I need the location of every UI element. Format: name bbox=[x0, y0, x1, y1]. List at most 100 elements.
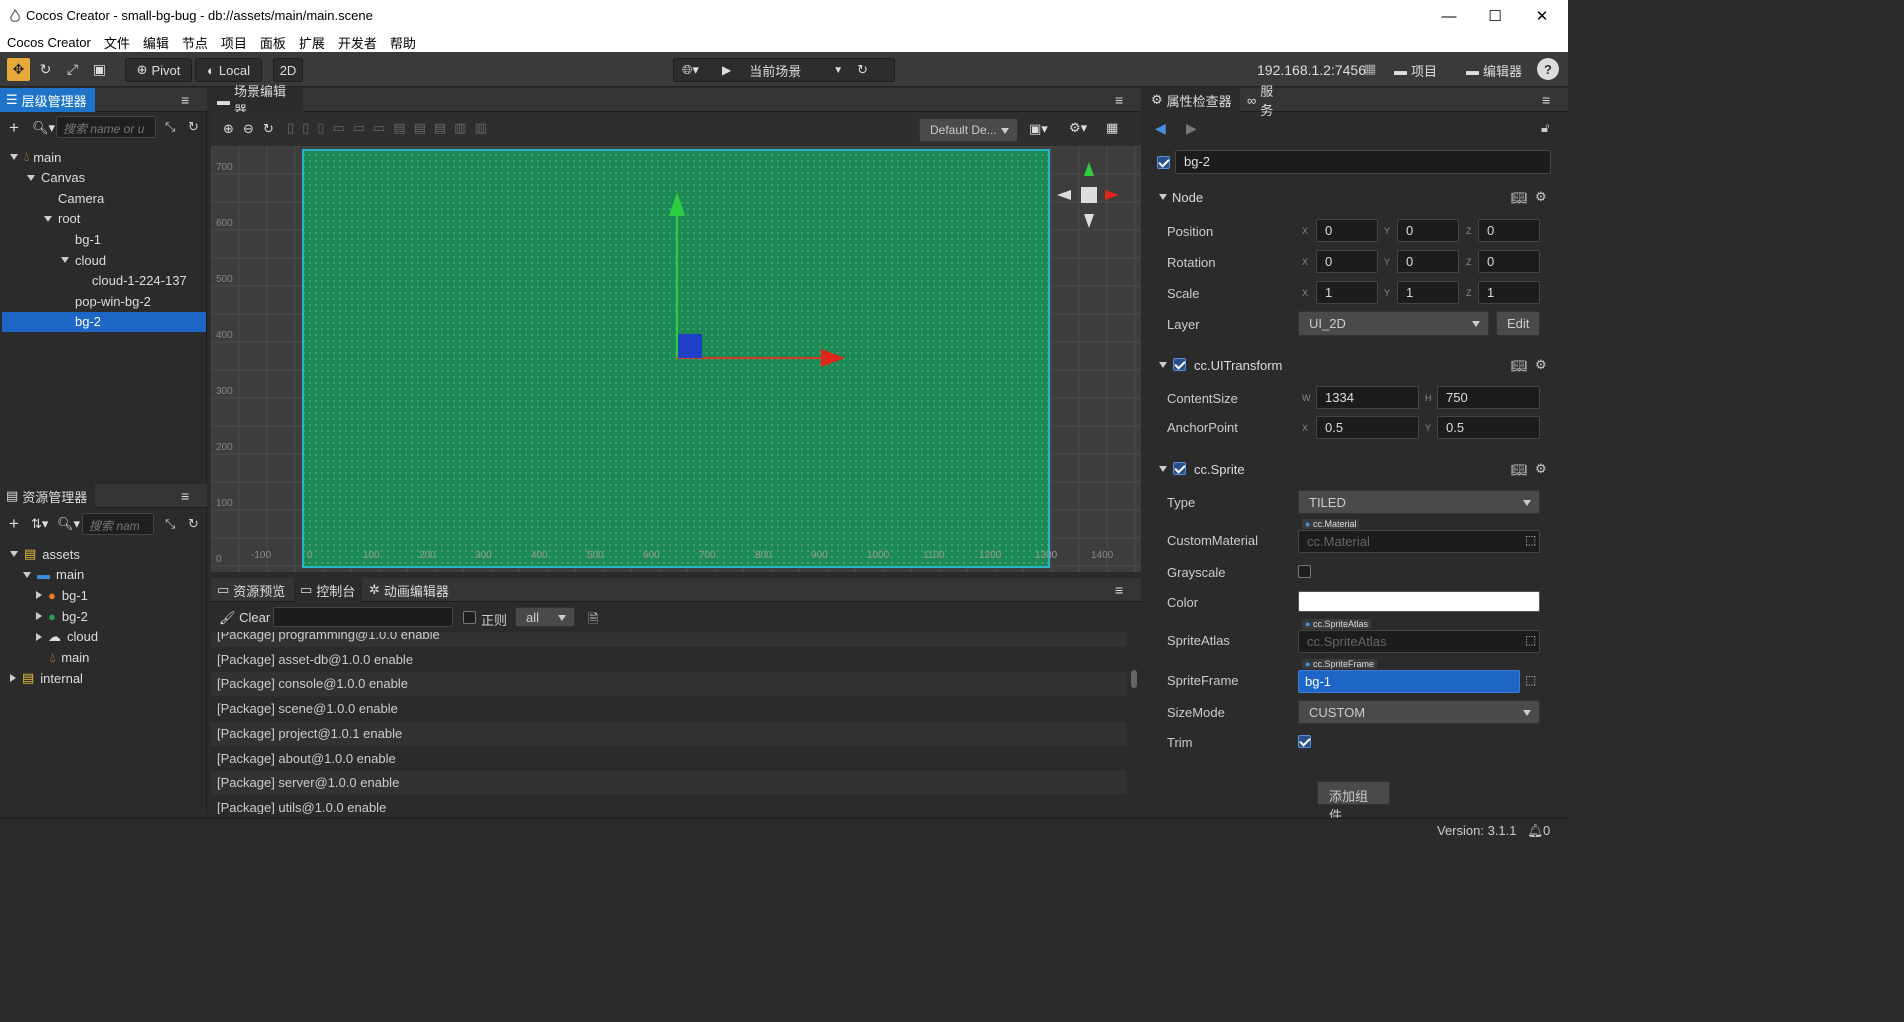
asset-search-type-icon[interactable]: 🔍︎▾ bbox=[57, 516, 80, 532]
menu-cocos-creator[interactable]: Cocos Creator bbox=[7, 35, 91, 50]
console-filter-input[interactable] bbox=[273, 607, 453, 627]
uitransform-arrow-icon[interactable] bbox=[1159, 362, 1167, 368]
content-width-input[interactable]: 1334 bbox=[1316, 386, 1419, 409]
size-mode-select[interactable]: CUSTOM bbox=[1298, 700, 1540, 724]
asset-item-0[interactable]: ▤ assets bbox=[2, 544, 206, 564]
uitransform-settings-icon[interactable]: ⚙ bbox=[1535, 357, 1547, 373]
uitransform-doc-icon[interactable]: 📖︎ bbox=[1511, 358, 1528, 374]
asset-item-4[interactable]: ☁ cloud bbox=[2, 627, 206, 647]
editor-button[interactable]: ▬ 编辑器 bbox=[1455, 58, 1533, 82]
position-x-input[interactable]: 0 bbox=[1316, 219, 1378, 242]
asset-item-3[interactable]: ● bg-2 bbox=[2, 606, 206, 626]
align-tools-icon[interactable]: ▯▯▯▭▭▭▤▤▤▥▥ bbox=[287, 120, 495, 136]
forward-arrow-icon[interactable]: ▶ bbox=[1186, 120, 1197, 137]
node-doc-icon[interactable]: 📖︎ bbox=[1511, 190, 1528, 206]
rotation-x-input[interactable]: 0 bbox=[1316, 250, 1378, 273]
add-component-button[interactable]: 添加组件 bbox=[1317, 781, 1390, 823]
console-scrollbar[interactable] bbox=[1131, 670, 1137, 688]
sprite-settings-icon[interactable]: ⚙ bbox=[1535, 461, 1547, 477]
trim-checkbox[interactable] bbox=[1298, 735, 1311, 748]
lock-icon[interactable]: 🔓︎ bbox=[1541, 120, 1549, 136]
expand-arrow-icon[interactable] bbox=[27, 174, 35, 181]
platform-globe-icon[interactable]: 🌐︎▾ bbox=[682, 62, 708, 78]
collapse-arrow-icon[interactable] bbox=[36, 632, 42, 641]
expand-arrow-icon[interactable] bbox=[44, 215, 52, 222]
scale-tool-icon[interactable]: ⤢ bbox=[61, 58, 84, 81]
zoom-out-icon[interactable]: ⊖ bbox=[243, 121, 254, 137]
add-node-icon[interactable]: + bbox=[9, 118, 19, 138]
add-asset-icon[interactable]: + bbox=[9, 514, 19, 534]
rotate-tool-icon[interactable]: ↻ bbox=[34, 58, 57, 81]
console-menu-icon[interactable]: ≡ bbox=[1115, 582, 1129, 598]
qrcode-icon[interactable]: ▦ bbox=[1364, 61, 1376, 77]
rotation-y-input[interactable]: 0 bbox=[1397, 250, 1459, 273]
refresh-assets-icon[interactable]: ↻ bbox=[188, 516, 199, 532]
assets-search-input[interactable]: 搜索 nam bbox=[82, 513, 154, 535]
refresh-hierarchy-icon[interactable]: ↻ bbox=[188, 119, 199, 135]
menu-panel[interactable]: 面板 bbox=[260, 33, 286, 52]
type-select[interactable]: TILED bbox=[1298, 490, 1540, 514]
scene-menu-icon[interactable]: ≡ bbox=[1115, 92, 1129, 108]
clear-button[interactable]: 🖌︎ Clear bbox=[219, 610, 270, 626]
sprite-enabled-checkbox[interactable] bbox=[1173, 462, 1186, 475]
asset-item-5[interactable]: 💧︎ main bbox=[2, 648, 206, 668]
frame-pick-icon[interactable]: ⬚ bbox=[1525, 673, 1536, 687]
position-z-input[interactable]: 0 bbox=[1478, 219, 1540, 242]
open-log-file-icon[interactable]: 🗎︎ bbox=[588, 610, 598, 632]
anchor-y-input[interactable]: 0.5 bbox=[1437, 416, 1540, 439]
sort-icon[interactable]: ⇅▾ bbox=[31, 516, 48, 532]
menu-node[interactable]: 节点 bbox=[182, 33, 208, 52]
hierarchy-node-1[interactable]: Canvas bbox=[2, 168, 206, 188]
expand-arrow-icon[interactable] bbox=[10, 154, 18, 160]
tab-services[interactable]: ∞ 服务 bbox=[1241, 84, 1291, 118]
sprite-doc-icon[interactable]: 📖︎ bbox=[1511, 462, 1528, 478]
gizmo-view-icon[interactable]: ▣▾ bbox=[1029, 121, 1048, 137]
tab-asset-preview[interactable]: ▭ 资源预览 bbox=[211, 578, 293, 602]
minimize-button[interactable]: — bbox=[1426, 0, 1472, 32]
hierarchy-menu-icon[interactable]: ≡ bbox=[181, 92, 195, 108]
expand-arrow-icon[interactable] bbox=[61, 257, 69, 263]
tab-hierarchy[interactable]: ☰ 层级管理器 bbox=[0, 88, 95, 112]
node-name-input[interactable]: bg-2 bbox=[1175, 150, 1551, 174]
server-ip[interactable]: 192.168.1.2:7456 bbox=[1257, 62, 1366, 78]
bell-icon[interactable]: 🔔︎ bbox=[1527, 823, 1544, 839]
grayscale-checkbox[interactable] bbox=[1298, 565, 1311, 578]
menu-help[interactable]: 帮助 bbox=[390, 33, 416, 52]
maximize-button[interactable]: ☐ bbox=[1472, 0, 1518, 32]
pivot-button[interactable]: ⊕ Pivot bbox=[125, 58, 192, 82]
hierarchy-node-6[interactable]: cloud-1-224-137 bbox=[2, 271, 206, 291]
atlas-pick-icon[interactable]: ⬚ bbox=[1525, 633, 1536, 647]
position-y-input[interactable]: 0 bbox=[1397, 219, 1459, 242]
hierarchy-node-0[interactable]: 💧︎ main bbox=[2, 147, 206, 167]
asset-item-2[interactable]: ● bg-1 bbox=[2, 585, 206, 605]
content-height-input[interactable]: 750 bbox=[1437, 386, 1540, 409]
menu-file[interactable]: 文件 bbox=[104, 33, 130, 52]
orient-center-cube[interactable] bbox=[1081, 187, 1097, 203]
menu-project[interactable]: 项目 bbox=[221, 33, 247, 52]
scene-viewport[interactable]: 7006005004003002001000 -100 0 100 200 300 400 5… bbox=[211, 146, 1141, 572]
back-arrow-icon[interactable]: ◀ bbox=[1155, 120, 1166, 137]
collapse-assets-icon[interactable]: ⤡ bbox=[165, 516, 175, 532]
menu-extension[interactable]: 扩展 bbox=[299, 33, 325, 52]
rotation-z-input[interactable]: 0 bbox=[1478, 250, 1540, 273]
custom-material-field[interactable]: cc.Material bbox=[1298, 530, 1540, 553]
tab-scene[interactable]: ▬ 场景编辑器 bbox=[211, 84, 303, 118]
material-pick-icon[interactable]: ⬚ bbox=[1525, 533, 1536, 547]
camera-select[interactable]: Default De... bbox=[919, 118, 1018, 142]
scene-select[interactable]: 当前场景 bbox=[749, 61, 829, 80]
mode-2d-button[interactable]: 2D bbox=[273, 58, 303, 82]
xy-plane-gizmo[interactable] bbox=[678, 334, 702, 358]
tab-console[interactable]: ▭ 控制台 bbox=[294, 578, 362, 602]
hierarchy-node-2[interactable]: Camera bbox=[2, 188, 206, 208]
layer-select[interactable]: UI_2D bbox=[1298, 311, 1489, 336]
menu-developer[interactable]: 开发者 bbox=[338, 33, 377, 52]
inspector-menu-icon[interactable]: ≡ bbox=[1542, 92, 1556, 108]
reset-view-icon[interactable]: ↻ bbox=[263, 121, 274, 137]
assets-menu-icon[interactable]: ≡ bbox=[181, 488, 195, 504]
sprite-frame-field[interactable]: bg-1 bbox=[1298, 670, 1520, 693]
asset-item-6[interactable]: ▤ internal bbox=[2, 668, 206, 688]
sprite-atlas-field[interactable]: cc.SpriteAtlas bbox=[1298, 630, 1540, 653]
move-tool-icon[interactable]: ✥ bbox=[7, 58, 30, 81]
tab-assets[interactable]: ▤ 资源管理器 bbox=[0, 484, 95, 508]
hierarchy-node-8[interactable]: bg-2 bbox=[2, 311, 206, 332]
